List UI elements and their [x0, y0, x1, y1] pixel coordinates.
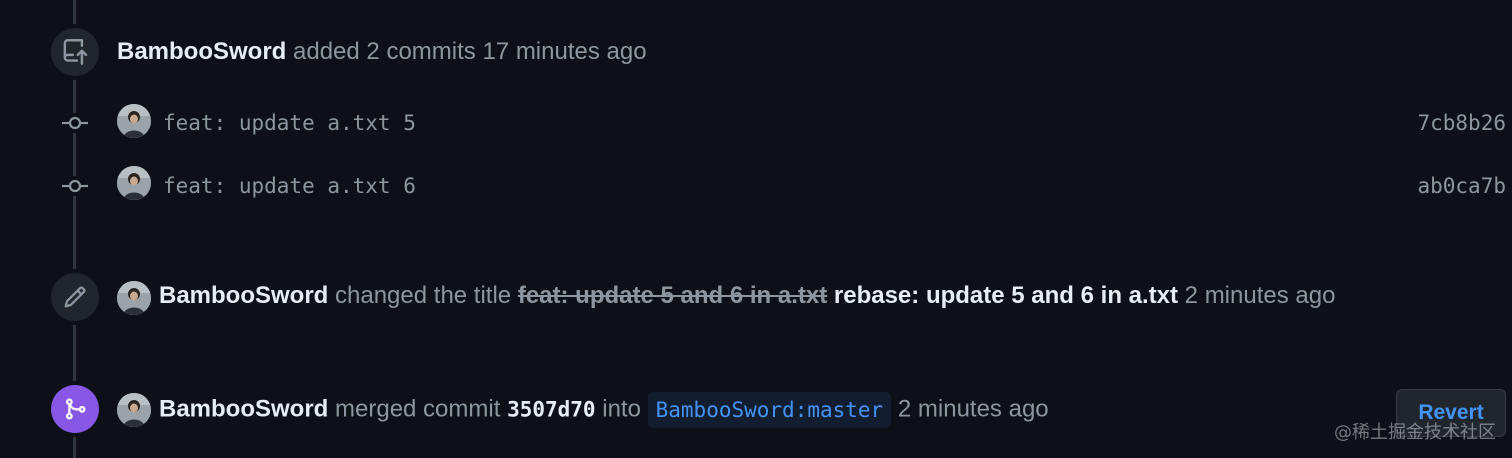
commit-sha-link[interactable]: ab0ca7b	[1417, 173, 1506, 199]
rename-time[interactable]: 2 minutes ago	[1185, 282, 1336, 309]
commit-sha-link[interactable]: 7cb8b26	[1417, 110, 1506, 136]
push-action: added 2 commits	[293, 38, 476, 65]
rename-event-text: BambooSword changed the title feat: upda…	[159, 281, 1335, 311]
old-title: feat: update 5 and 6 in a.txt	[517, 282, 828, 309]
new-title: rebase: update 5 and 6 in a.txt	[833, 282, 1178, 309]
merge-time[interactable]: 2 minutes ago	[898, 395, 1049, 422]
merge-commit-link[interactable]: 3507d70	[507, 397, 596, 421]
git-commit-icon	[58, 176, 92, 196]
branch-label[interactable]: BambooSword:master	[647, 392, 892, 428]
avatar[interactable]	[117, 393, 151, 427]
actor-link[interactable]: BambooSword	[159, 395, 328, 422]
repo-push-icon	[51, 28, 99, 76]
avatar[interactable]	[117, 166, 151, 200]
avatar[interactable]	[117, 104, 151, 138]
actor-link[interactable]: BambooSword	[117, 38, 286, 65]
rename-action: changed the title	[335, 282, 512, 309]
git-commit-icon	[58, 113, 92, 133]
merge-into: into	[602, 395, 641, 423]
push-event-text: BambooSword added 2 commits 17 minutes a…	[117, 37, 647, 67]
pencil-icon	[51, 273, 99, 321]
merge-action: merged commit	[335, 395, 501, 423]
git-merge-icon	[51, 385, 99, 433]
actor-link[interactable]: BambooSword	[159, 282, 328, 309]
avatar[interactable]	[117, 281, 151, 315]
commit-message-link[interactable]: feat: update a.txt 5	[163, 110, 416, 136]
commit-message-link[interactable]: feat: update a.txt 6	[163, 173, 416, 199]
merge-event-text: BambooSword merged commit 3507d70 into B…	[159, 392, 1049, 428]
watermark: @稀土掘金技术社区	[1334, 422, 1496, 443]
push-time[interactable]: 17 minutes ago	[482, 38, 646, 65]
